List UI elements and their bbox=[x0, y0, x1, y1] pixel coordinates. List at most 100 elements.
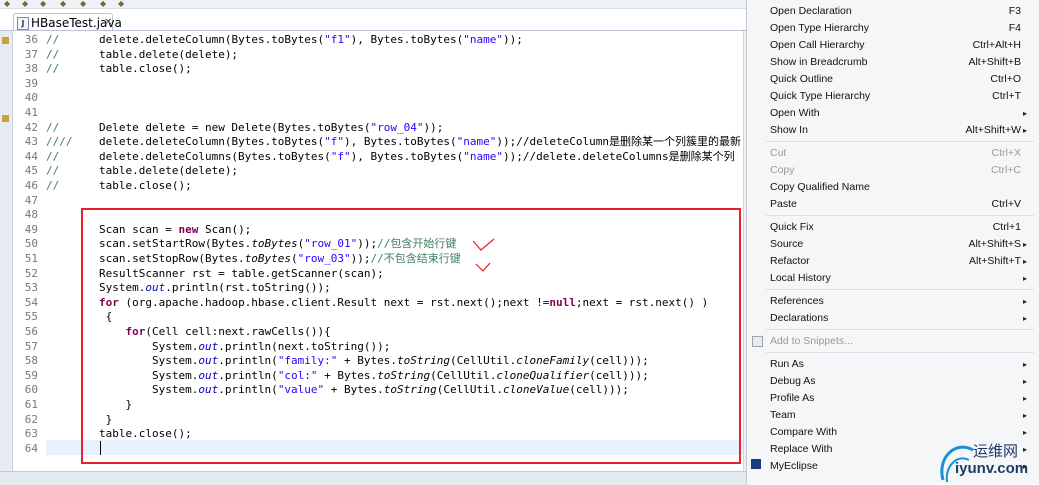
line-number: 50 bbox=[24, 237, 38, 251]
code-token: ));//delete.deleteColumns是删除某个列 bbox=[503, 149, 735, 163]
menu-item-run-as[interactable]: Run As bbox=[770, 358, 804, 370]
toolbar-icon[interactable]: ◆ bbox=[40, 0, 46, 8]
menu-item-quick-outline[interactable]: Quick Outline bbox=[770, 73, 833, 85]
line-number: 55 bbox=[24, 310, 38, 324]
menu-shortcut: Alt+Shift+T bbox=[969, 255, 1021, 267]
menu-shortcut: Alt+Shift+S bbox=[968, 238, 1021, 250]
menu-shortcut: Ctrl+Alt+H bbox=[972, 39, 1021, 51]
code-line[interactable]: // delete.deleteColumns(Bytes.toBytes("f… bbox=[46, 150, 735, 165]
line-number: 37 bbox=[24, 47, 38, 61]
menu-item-show-in[interactable]: Show In bbox=[770, 124, 808, 136]
menu-item-replace-with[interactable]: Replace With bbox=[770, 443, 832, 455]
left-ruler bbox=[0, 31, 13, 471]
submenu-arrow-icon: ▸ bbox=[1023, 394, 1028, 403]
menu-separator bbox=[766, 141, 1034, 142]
code-token: ), Bytes.toBytes( bbox=[344, 135, 457, 149]
menu-shortcut: F3 bbox=[1008, 5, 1021, 17]
code-line[interactable]: // Delete delete = new Delete(Bytes.toBy… bbox=[46, 121, 443, 136]
menu-shortcut: Ctrl+T bbox=[992, 90, 1021, 102]
menu-item-quick-fix[interactable]: Quick Fix bbox=[770, 221, 814, 233]
code-token: table.close(); bbox=[59, 62, 192, 76]
marker-icon[interactable] bbox=[2, 115, 9, 122]
line-number: 56 bbox=[24, 325, 38, 338]
submenu-arrow-icon: ▸ bbox=[1023, 411, 1028, 420]
menu-item-local-history[interactable]: Local History bbox=[770, 272, 831, 284]
menu-item-refactor[interactable]: Refactor bbox=[770, 255, 810, 267]
submenu-arrow-icon: ▸ bbox=[1023, 314, 1028, 323]
menu-item-compare-with[interactable]: Compare With bbox=[770, 426, 837, 438]
code-token: )); bbox=[423, 120, 444, 134]
menu-item-references[interactable]: References bbox=[770, 295, 824, 307]
menu-item-open-type-hierarchy[interactable]: Open Type Hierarchy bbox=[770, 22, 869, 34]
menu-item-declarations[interactable]: Declarations bbox=[770, 312, 828, 324]
menu-shortcut: Ctrl+C bbox=[990, 164, 1021, 176]
code-token: "name" bbox=[463, 33, 504, 46]
line-number: 42 bbox=[24, 120, 38, 134]
line-number: 40 bbox=[24, 91, 38, 105]
line-number: 61 bbox=[24, 398, 38, 411]
code-line[interactable]: // table.delete(delete); bbox=[46, 164, 238, 179]
menu-item-copy-qualified-name[interactable]: Copy Qualified Name bbox=[770, 181, 870, 193]
code-line[interactable]: // table.close(); bbox=[46, 179, 192, 194]
submenu-arrow-icon: ▸ bbox=[1023, 109, 1028, 118]
menu-item-myeclipse[interactable]: MyEclipse bbox=[770, 460, 818, 472]
menu-item-open-with[interactable]: Open With bbox=[770, 107, 820, 119]
code-token: // bbox=[46, 120, 60, 134]
code-token: // bbox=[46, 33, 60, 46]
code-token: "f" bbox=[324, 135, 345, 149]
menu-shortcut: Alt+Shift+W bbox=[965, 124, 1021, 136]
toolbar-icon[interactable]: ◆ bbox=[118, 0, 124, 8]
code-line[interactable]: // table.close(); bbox=[46, 62, 192, 77]
toolbar-icon[interactable]: ◆ bbox=[22, 0, 28, 8]
menu-item-open-call-hierarchy[interactable]: Open Call Hierarchy bbox=[770, 39, 865, 51]
code-line[interactable]: //// delete.deleteColumn(Bytes.toBytes("… bbox=[46, 135, 741, 150]
code-token: ));//deleteColumn是删除某一个列簇里的最新 bbox=[496, 135, 741, 149]
snippet-icon bbox=[752, 336, 763, 347]
menu-shortcut: Ctrl+1 bbox=[992, 221, 1021, 233]
line-number: 53 bbox=[24, 281, 38, 295]
code-line[interactable]: // delete.deleteColumn(Bytes.toBytes("f1… bbox=[46, 33, 523, 48]
marker-icon[interactable] bbox=[2, 37, 9, 44]
code-token: Delete delete = new Delete(Bytes.toBytes… bbox=[59, 120, 371, 134]
menu-item-team[interactable]: Team bbox=[770, 409, 796, 421]
code-token: table.delete(delete); bbox=[59, 164, 239, 178]
line-number: 64 bbox=[24, 441, 38, 455]
code-token: "row_04" bbox=[370, 120, 424, 134]
toolbar-icon[interactable]: ◆ bbox=[4, 0, 10, 8]
line-number: 63 bbox=[24, 427, 38, 441]
menu-item-debug-as[interactable]: Debug As bbox=[770, 375, 816, 387]
menu-shortcut: Alt+Shift+B bbox=[968, 56, 1021, 68]
code-token: table.close(); bbox=[59, 179, 192, 192]
menu-shortcut: Ctrl+X bbox=[991, 147, 1021, 159]
code-token: "name" bbox=[456, 135, 497, 149]
watermark-logo: 运维网 iyunv.com bbox=[935, 438, 1039, 484]
code-token: // bbox=[46, 149, 60, 163]
line-number: 39 bbox=[24, 76, 38, 90]
code-line[interactable]: // table.delete(delete); bbox=[46, 48, 238, 63]
menu-item-open-declaration[interactable]: Open Declaration bbox=[770, 5, 852, 17]
menu-item-paste[interactable]: Paste bbox=[770, 198, 797, 210]
menu-item-quick-type-hierarchy[interactable]: Quick Type Hierarchy bbox=[770, 90, 870, 102]
editor-tab[interactable]: J HBaseTest.java ✕ bbox=[13, 13, 122, 31]
menu-separator bbox=[766, 352, 1034, 353]
menu-item-profile-as[interactable]: Profile As bbox=[770, 392, 814, 404]
toolbar-icon[interactable]: ◆ bbox=[100, 0, 106, 8]
menu-item-show-in-breadcrumb[interactable]: Show in Breadcrumb bbox=[770, 56, 867, 68]
line-number: 43 bbox=[24, 135, 38, 149]
toolbar: ◆ ◆ ◆ ◆ ◆ ◆ ◆ bbox=[0, 0, 750, 9]
code-token: table.delete(delete); bbox=[59, 47, 239, 61]
line-number: 45 bbox=[24, 164, 38, 178]
check-mark-icon bbox=[472, 238, 495, 272]
highlight-box bbox=[81, 208, 741, 464]
line-number: 59 bbox=[24, 368, 38, 382]
toolbar-icon[interactable]: ◆ bbox=[60, 0, 66, 8]
line-number: 36 bbox=[24, 33, 38, 46]
menu-item-source[interactable]: Source bbox=[770, 238, 803, 250]
code-token: "f1" bbox=[324, 33, 351, 46]
line-number: 38 bbox=[24, 62, 38, 76]
toolbar-icon[interactable]: ◆ bbox=[80, 0, 86, 8]
line-number: 49 bbox=[24, 222, 38, 236]
line-number: 57 bbox=[24, 339, 38, 353]
java-file-icon: J bbox=[17, 17, 29, 30]
